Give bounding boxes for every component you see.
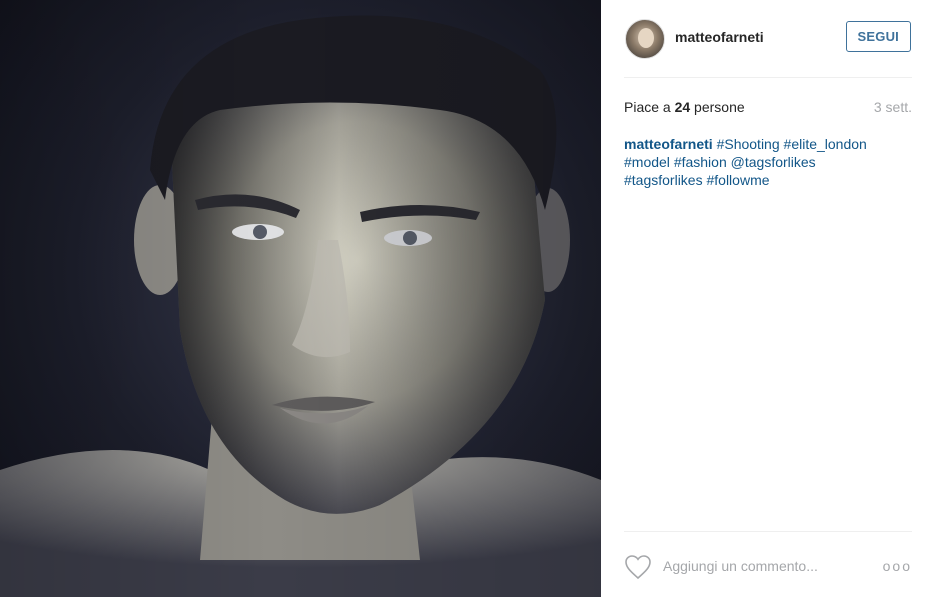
hashtag-link[interactable]: #model: [624, 154, 670, 170]
caption-username-link[interactable]: matteofarneti: [624, 136, 713, 152]
avatar[interactable]: [625, 18, 665, 59]
comment-input[interactable]: [663, 554, 883, 578]
likes-prefix: Piace a: [624, 99, 675, 115]
hashtag-link[interactable]: #followme: [706, 172, 769, 188]
mention-link[interactable]: @tagsforlikes: [731, 154, 816, 170]
post-container: matteofarneti SEGUI Piace a 24 persone 3…: [0, 0, 935, 597]
hashtag-link[interactable]: #fashion: [674, 154, 727, 170]
likes-count[interactable]: Piace a 24 persone: [624, 99, 745, 115]
username-link[interactable]: matteofarneti: [675, 29, 846, 45]
likes-number: 24: [674, 99, 691, 115]
likes-row: Piace a 24 persone 3 sett.: [624, 97, 912, 117]
portrait-image: [0, 0, 601, 597]
post-timestamp[interactable]: 3 sett.: [874, 99, 912, 115]
hashtag-link[interactable]: #Shooting: [717, 136, 780, 152]
post-sidebar: matteofarneti SEGUI Piace a 24 persone 3…: [601, 0, 935, 597]
ellipsis-icon[interactable]: ooo: [883, 558, 912, 574]
post-caption: matteofarneti #Shooting #elite_london #m…: [624, 135, 894, 189]
heart-outline-icon[interactable]: [624, 554, 652, 580]
post-photo[interactable]: [0, 0, 601, 597]
follow-button[interactable]: SEGUI: [845, 21, 911, 52]
comment-footer: ooo: [624, 531, 912, 597]
hashtag-link[interactable]: #tagsforlikes: [624, 172, 703, 188]
likes-suffix: persone: [690, 99, 745, 115]
hashtag-link[interactable]: #elite_london: [784, 136, 867, 152]
post-header: matteofarneti SEGUI: [624, 0, 912, 78]
